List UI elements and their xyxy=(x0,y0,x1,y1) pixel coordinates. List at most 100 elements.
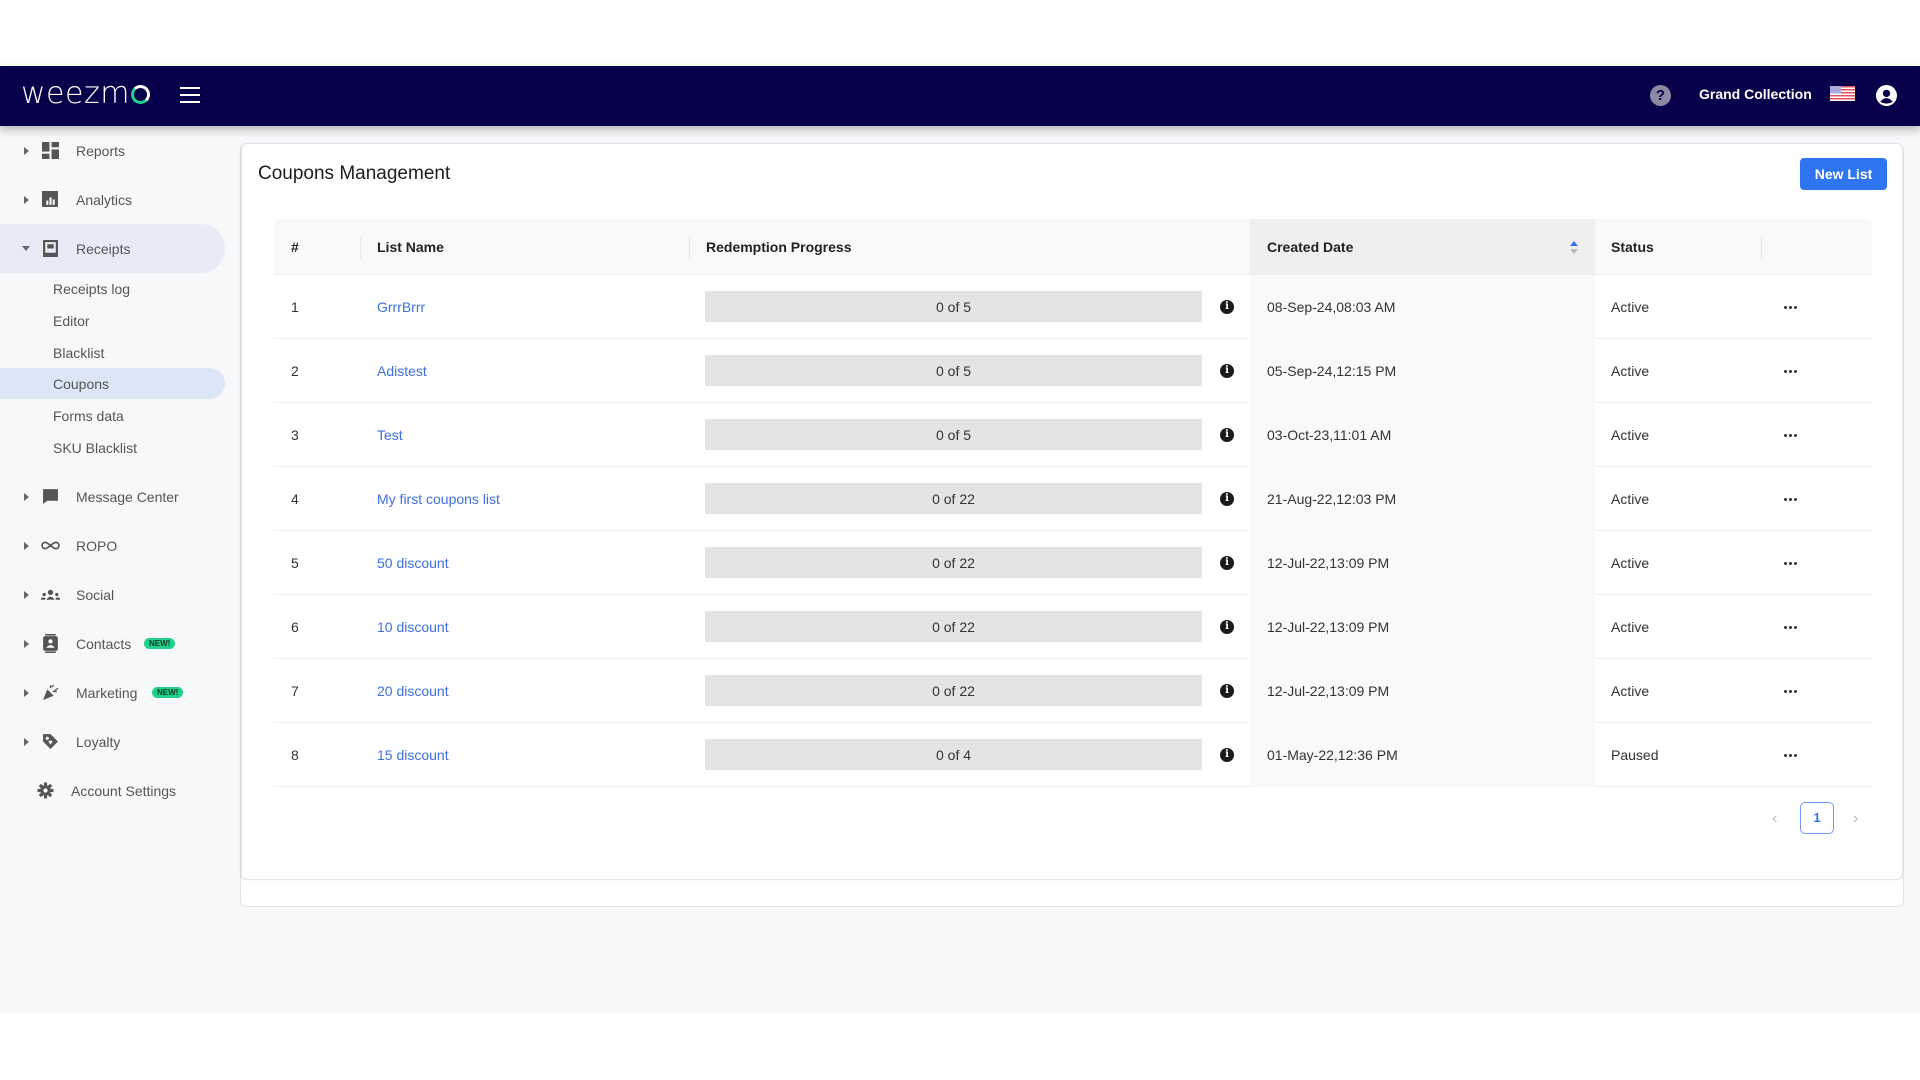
list-name-link[interactable]: GrrrBrrr xyxy=(377,275,425,339)
info-icon[interactable]: i xyxy=(1220,748,1234,762)
page-1-button[interactable]: 1 xyxy=(1800,802,1834,834)
list-name-link[interactable]: Adistest xyxy=(377,339,427,403)
row-number: 3 xyxy=(291,427,299,443)
list-name-link[interactable]: 20 discount xyxy=(377,659,449,723)
sidebar-item-loyalty[interactable]: Loyalty xyxy=(0,717,225,766)
column-header-created-date[interactable]: Created Date xyxy=(1267,219,1353,275)
list-name-link[interactable]: 50 discount xyxy=(377,531,449,595)
sort-icon[interactable] xyxy=(1570,241,1578,254)
redemption-progress-bar: 0 of 5 xyxy=(705,291,1202,322)
info-icon[interactable]: i xyxy=(1220,428,1234,442)
previous-page-button[interactable]: ‹ xyxy=(1772,811,1786,827)
table-row: 6 10 discount 0 of 22 i 12-Jul-22,13:09 PM Ac… xyxy=(274,595,1872,659)
more-actions-icon[interactable] xyxy=(1779,617,1801,637)
info-icon[interactable]: i xyxy=(1220,300,1234,314)
info-icon[interactable]: i xyxy=(1220,364,1234,378)
account-name[interactable]: Grand Collection xyxy=(1699,86,1812,102)
sidebar-subitem-blacklist[interactable]: Blacklist xyxy=(0,337,225,368)
list-name-link[interactable]: My first coupons list xyxy=(377,467,500,531)
table-row: 8 15 discount 0 of 4 i 01-May-22,12:36 PM Pau… xyxy=(274,723,1872,787)
sidebar-item-account-settings[interactable]: Account Settings xyxy=(0,766,225,815)
sidebar-item-reports[interactable]: Reports xyxy=(0,126,225,175)
sidebar-item-marketing[interactable]: Marketing NEW! xyxy=(0,668,225,717)
weezmo-logo[interactable]: weezm xyxy=(21,78,150,110)
status-text: Active xyxy=(1611,555,1650,571)
sidebar-item-social[interactable]: Social xyxy=(0,570,225,619)
sidebar-item-label: Account Settings xyxy=(71,782,177,799)
infinity-icon xyxy=(41,541,60,550)
table-row: 7 20 discount 0 of 22 i 12-Jul-22,13:09 PM Ac… xyxy=(274,659,1872,723)
status-text: Active xyxy=(1611,363,1650,379)
sidebar-item-label: Contacts xyxy=(76,635,132,652)
pagination: ‹ 1 › xyxy=(1762,802,1882,836)
sidebar-subitem-label: Forms data xyxy=(53,407,124,424)
table-header: # List Name Redemption Progress Created … xyxy=(274,219,1872,275)
column-divider xyxy=(360,237,361,259)
sidebar-subitem-coupons[interactable]: Coupons xyxy=(0,368,225,399)
redemption-progress-bar: 0 of 22 xyxy=(705,675,1202,706)
more-actions-icon[interactable] xyxy=(1779,745,1801,765)
caret-right-icon xyxy=(24,492,29,501)
next-page-button[interactable]: › xyxy=(1853,811,1867,827)
progress-text: 0 of 22 xyxy=(932,682,975,699)
sidebar-subitem-label: Coupons xyxy=(53,375,110,392)
sidebar-subitem-label: SKU Blacklist xyxy=(53,439,138,456)
sidebar-subitem-receipts-log[interactable]: Receipts log xyxy=(0,273,225,304)
sidebar-item-receipts[interactable]: Receipts xyxy=(0,224,225,273)
help-icon[interactable]: ? xyxy=(1650,85,1671,106)
sidebar-item-ropo[interactable]: ROPO xyxy=(0,521,225,570)
sidebar-item-label: Marketing xyxy=(76,684,138,701)
dashboard-icon xyxy=(42,142,59,159)
info-icon[interactable]: i xyxy=(1220,684,1234,698)
status-text: Active xyxy=(1611,491,1650,507)
more-actions-icon[interactable] xyxy=(1779,489,1801,509)
redemption-progress-bar: 0 of 22 xyxy=(705,547,1202,578)
table-row: 5 50 discount 0 of 22 i 12-Jul-22,13:09 PM Ac… xyxy=(274,531,1872,595)
info-icon[interactable]: i xyxy=(1220,556,1234,570)
info-icon[interactable]: i xyxy=(1220,492,1234,506)
more-actions-icon[interactable] xyxy=(1779,553,1801,573)
caret-right-icon xyxy=(24,639,29,648)
column-divider xyxy=(1761,237,1762,259)
top-bar: weezm ? Grand Collection xyxy=(0,66,1920,126)
sidebar-subitem-editor[interactable]: Editor xyxy=(0,305,225,336)
more-actions-icon[interactable] xyxy=(1779,681,1801,701)
sidebar: Reports Analytics Receipts Receipts log … xyxy=(0,126,225,1013)
row-number: 5 xyxy=(291,555,299,571)
redemption-progress-bar: 0 of 5 xyxy=(705,419,1202,450)
created-date: 05-Sep-24,12:15 PM xyxy=(1267,363,1397,379)
row-number: 8 xyxy=(291,747,299,763)
progress-text: 0 of 4 xyxy=(935,746,972,763)
column-header-status: Status xyxy=(1611,239,1654,255)
sidebar-item-label: Reports xyxy=(76,142,126,159)
list-name-link[interactable]: 10 discount xyxy=(377,595,449,659)
sidebar-subitem-label: Editor xyxy=(53,312,90,329)
list-name-link[interactable]: Test xyxy=(377,403,403,467)
progress-text: 0 of 22 xyxy=(932,618,975,635)
sidebar-item-analytics[interactable]: Analytics xyxy=(0,175,225,224)
info-icon[interactable]: i xyxy=(1220,620,1234,634)
sidebar-item-message-center[interactable]: Message Center xyxy=(0,472,225,521)
caret-right-icon xyxy=(24,590,29,599)
more-actions-icon[interactable] xyxy=(1779,425,1801,445)
people-icon xyxy=(41,589,60,600)
us-flag-icon[interactable] xyxy=(1830,86,1855,101)
menu-icon[interactable] xyxy=(180,87,200,105)
status-text: Active xyxy=(1611,683,1650,699)
new-badge: NEW! xyxy=(144,638,176,649)
app-shell: weezm ? Grand Collection Reports Analyti… xyxy=(0,66,1920,1013)
list-name-link[interactable]: 15 discount xyxy=(377,723,449,787)
new-list-button[interactable]: New List xyxy=(1800,158,1887,190)
more-actions-icon[interactable] xyxy=(1779,297,1801,317)
progress-text: 0 of 5 xyxy=(935,426,972,443)
row-number: 1 xyxy=(291,299,299,315)
contact-card-icon xyxy=(43,634,58,653)
user-account-icon[interactable] xyxy=(1876,85,1897,106)
sidebar-item-contacts[interactable]: Contacts NEW! xyxy=(0,619,225,668)
sidebar-subitem-forms-data[interactable]: Forms data xyxy=(0,400,225,431)
more-actions-icon[interactable] xyxy=(1779,361,1801,381)
column-header-list-name: List Name xyxy=(377,239,444,255)
sidebar-subitem-sku-blacklist[interactable]: SKU Blacklist xyxy=(0,432,225,463)
caret-right-icon xyxy=(24,541,29,550)
sidebar-subitem-label: Receipts log xyxy=(53,280,131,297)
